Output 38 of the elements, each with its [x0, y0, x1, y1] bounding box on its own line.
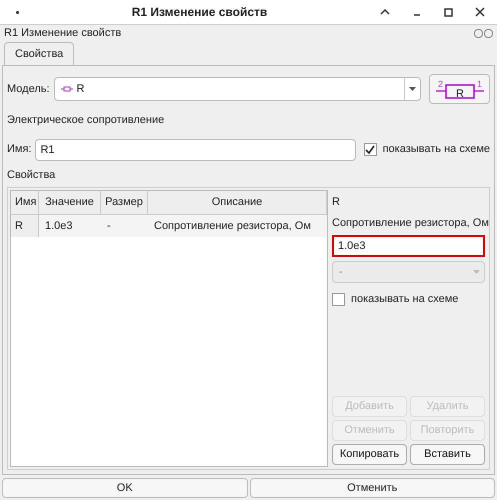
dialog-button[interactable]: Отменить — [250, 478, 495, 498]
component-description: Электрическое сопротивление — [7, 113, 166, 128]
dock-title: R1 Изменение свойств — [4, 26, 122, 42]
parameter-name: R — [332, 195, 341, 210]
table-cell-text: - — [106, 218, 112, 234]
dropdown-value: - — [339, 264, 344, 280]
tab[interactable]: Свойства — [4, 42, 74, 65]
field-label: Модель: — [7, 82, 50, 97]
field-label: Имя: — [7, 142, 32, 158]
window-menu-icon[interactable] — [16, 10, 19, 14]
resistor-symbol-drawing: 2 1 R — [434, 78, 484, 100]
model-dropdown[interactable]: R — [54, 77, 421, 101]
checkbox-label: показывать на схеме — [351, 292, 458, 307]
name-field[interactable]: R1 — [35, 138, 356, 160]
table-cell-text: Сопротивление резистора, Ом — [153, 218, 312, 234]
caret-icon — [473, 270, 480, 274]
column-header[interactable]: Имя — [11, 191, 39, 214]
dropdown-value: R — [76, 82, 86, 97]
checkbox-label: показывать на схеме — [382, 142, 490, 158]
section-label: Свойства — [7, 168, 56, 182]
symbol-button[interactable]: 2 1 R — [429, 74, 490, 104]
editor-button[interactable]: Вставить — [410, 444, 485, 465]
editor-button[interactable]: Копировать — [332, 444, 407, 465]
value-field[interactable]: 1.0e3 — [332, 235, 485, 257]
table-cell-text: 1.0e3 — [44, 218, 74, 234]
checkbox[interactable] — [332, 292, 345, 306]
column-header[interactable]: Размер — [101, 191, 148, 214]
column-header[interactable]: Значение — [39, 191, 101, 214]
column-header[interactable]: Описание — [148, 191, 327, 214]
resistor-icon — [60, 86, 73, 92]
shade-icon[interactable] — [380, 8, 390, 16]
table-cell: R — [11, 215, 39, 237]
window-title: R1 Изменение свойств — [130, 4, 268, 21]
table-row[interactable]: R 1.0e3 - Сопротивление резистора, Ом — [11, 215, 327, 237]
dialog-button[interactable]: OK — [2, 478, 248, 498]
maximize-icon[interactable] — [444, 8, 453, 16]
checkbox[interactable] — [364, 143, 377, 156]
caret-icon — [409, 87, 416, 91]
